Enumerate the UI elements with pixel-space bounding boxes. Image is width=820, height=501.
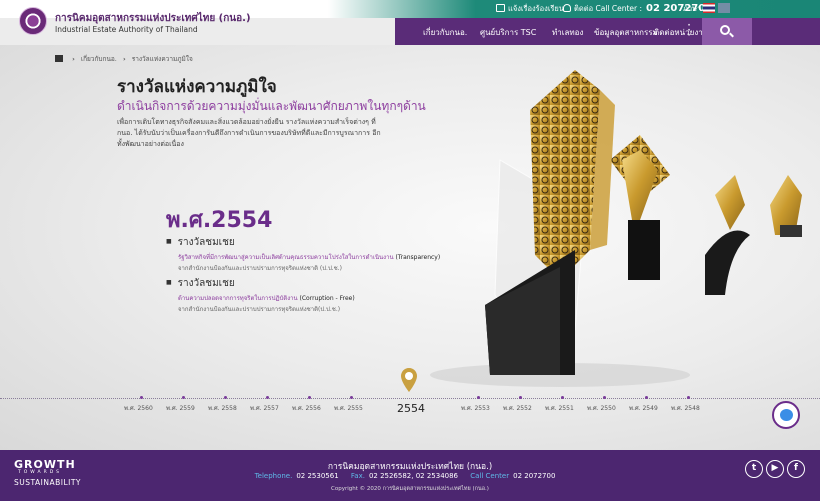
more-menu-icon[interactable]: · · · <box>687 19 691 41</box>
timeline-year[interactable]: พ.ศ. 2551 <box>545 403 574 413</box>
breadcrumb-item-current: รางวัลแห่งความภูมิใจ <box>131 55 193 63</box>
timeline-year[interactable]: พ.ศ. 2552 <box>503 403 532 413</box>
footer-contact: Telephone. 02 2530561 Fax. 02 2526582, 02 … <box>254 472 556 480</box>
facebook-icon[interactable]: f <box>787 460 805 478</box>
chat-icon <box>496 4 505 12</box>
footer-copyright: Copyright © 2020 การนิคมอุตสาหกรรมแห่งปร… <box>331 486 489 492</box>
timeline-year[interactable]: พ.ศ. 2557 <box>250 403 279 413</box>
page-title: รางวัลแห่งความภูมิใจ <box>117 77 277 97</box>
language-label: ภาษา <box>683 4 702 13</box>
timeline-track <box>0 398 820 399</box>
footer-fax: 02 2526582, 02 2534086 <box>368 472 459 480</box>
timeline-year-active[interactable]: 2554 <box>397 402 425 415</box>
award-source: จากสำนักงานป้องกันและปราบปรามการทุจริตแห… <box>178 265 342 272</box>
timeline-dot <box>603 396 606 399</box>
nav-item-location[interactable]: ทำเลทอง <box>552 26 583 39</box>
award-item: รางวัลชมเชย รัฐวิสาหกิจที่มีการพัฒนาสู่ค… <box>166 235 466 273</box>
english-flag-icon[interactable] <box>718 3 730 13</box>
site-footer: GROWTH TOWARDS SUSTAINABILITY การนิคมอุต… <box>0 450 820 501</box>
timeline-dot <box>308 396 311 399</box>
timeline-year[interactable]: พ.ศ. 2548 <box>671 403 700 413</box>
home-icon[interactable] <box>55 55 63 62</box>
timeline-dot <box>266 396 269 399</box>
year-heading: พ.ศ.2554 <box>166 208 273 233</box>
ieat-logo[interactable] <box>19 7 47 35</box>
complaint-link[interactable]: แจ้งเรื่องร้องเรียน <box>496 3 564 15</box>
timeline-dot <box>519 396 522 399</box>
messenger-chat-button[interactable] <box>772 401 800 429</box>
timeline-year[interactable]: พ.ศ. 2559 <box>166 403 195 413</box>
user-icon <box>563 4 571 12</box>
footer-telephone: 02 2530561 <box>296 472 339 480</box>
main-nav: เกี่ยวกับกนอ. ศูนย์บริการ TSC ทำเลทอง ข้… <box>395 18 820 45</box>
timeline-year[interactable]: พ.ศ. 2555 <box>334 403 363 413</box>
org-name-en: Industrial Estate Authority of Thailand <box>55 25 198 34</box>
timeline-dot <box>645 396 648 399</box>
timeline-year[interactable]: พ.ศ. 2553 <box>461 403 490 413</box>
location-pin-icon <box>401 368 417 392</box>
org-name-th: การนิคมอุตสาหกรรมแห่งประเทศไทย (กนอ.) <box>55 13 251 24</box>
timeline-dot <box>140 396 143 399</box>
timeline-dot <box>224 396 227 399</box>
award-title: รางวัลชมเชย <box>166 235 466 250</box>
footer-callcenter: 02 2072700 <box>513 472 556 480</box>
award-source: จากสำนักงานป้องกันและปราบปรามการทุจริตแห… <box>178 306 341 313</box>
nav-item-tsc[interactable]: ศูนย์บริการ TSC <box>480 26 536 39</box>
main-content: › เกี่ยวกับกนอ. › รางวัลแห่งความภูมิใจ ร… <box>0 45 820 450</box>
timeline-year[interactable]: พ.ศ. 2550 <box>587 403 616 413</box>
nav-item-contact[interactable]: ติดต่อหน่วยงาน <box>654 26 708 39</box>
timeline-dot <box>687 396 690 399</box>
search-icon <box>720 25 730 35</box>
timeline-dot <box>561 396 564 399</box>
award-description: ด้านความปลอดจากการทุจริตในการปฏิบัติงาน … <box>178 295 355 302</box>
thai-flag-icon[interactable] <box>703 3 715 13</box>
messenger-icon <box>780 409 793 421</box>
timeline-year[interactable]: พ.ศ. 2558 <box>208 403 237 413</box>
nav-item-industry-data[interactable]: ข้อมูลอุตสาหกรรม <box>594 26 658 39</box>
timeline-year[interactable]: พ.ศ. 2549 <box>629 403 658 413</box>
award-description: รัฐวิสาหกิจที่มีการพัฒนาสู่ความเป็นเลิศด… <box>178 254 441 261</box>
timeline-year[interactable]: พ.ศ. 2560 <box>124 403 153 413</box>
timeline-dot <box>182 396 185 399</box>
nav-item-about[interactable]: เกี่ยวกับกนอ. <box>423 26 467 39</box>
youtube-icon[interactable]: ▶ <box>766 460 784 478</box>
award-title: รางวัลชมเชย <box>166 276 466 291</box>
footer-org-name: การนิคมอุตสาหกรรมแห่งประเทศไทย (กนอ.) <box>327 462 493 472</box>
twitter-icon[interactable]: t <box>745 460 763 478</box>
breadcrumb: › เกี่ยวกับกนอ. › รางวัลแห่งความภูมิใจ <box>55 54 193 64</box>
search-button[interactable] <box>702 18 752 45</box>
page-subtitle: ดำเนินกิจการด้วยความมุ่งมั่นและพัฒนาศักย… <box>117 99 426 113</box>
award-item: รางวัลชมเชย ด้านความปลอดจากการทุจริตในกา… <box>166 276 466 314</box>
site-header: แจ้งเรื่องร้องเรียน ติดต่อ Call Center :… <box>0 0 820 45</box>
timeline-dot <box>350 396 353 399</box>
breadcrumb-item-about[interactable]: เกี่ยวกับกนอ. <box>81 55 117 63</box>
timeline-dot <box>477 396 480 399</box>
timeline-year[interactable]: พ.ศ. 2556 <box>292 403 321 413</box>
page-description: เพื่อการเติบโตทางธุรกิจสังคมและสิ่งแวดล้… <box>117 118 381 148</box>
